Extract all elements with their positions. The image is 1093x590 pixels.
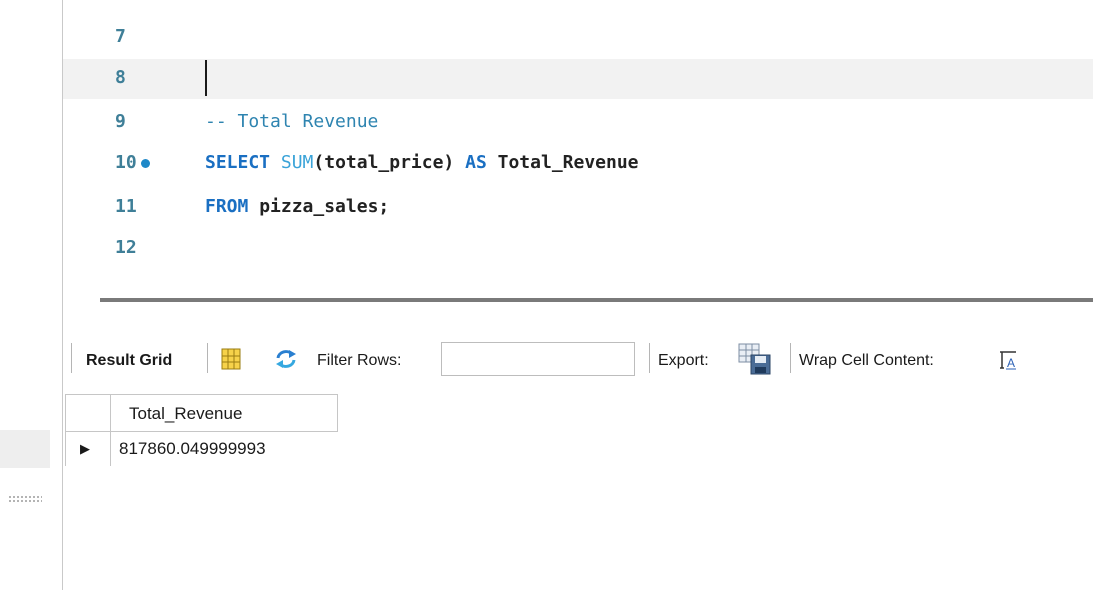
- wrap-text-icon[interactable]: A: [998, 350, 1018, 370]
- editor-line: 9 -- Total Revenue: [63, 103, 1093, 143]
- pane-splitter[interactable]: [100, 298, 1093, 302]
- table-name: pizza_sales;: [248, 196, 390, 217]
- export-icon[interactable]: [738, 343, 772, 375]
- sql-statement-from: FROM pizza_sales;: [205, 196, 389, 217]
- toolbar-separator: [649, 343, 650, 373]
- text-caret: [205, 60, 207, 96]
- keyword-as: AS: [465, 152, 487, 173]
- toolbar-separator: [207, 343, 208, 373]
- row-indicator-icon: ▶: [65, 432, 111, 466]
- filter-rows-label: Filter Rows:: [317, 352, 402, 369]
- grid-corner: [65, 394, 111, 432]
- line-number: 8: [115, 67, 126, 88]
- line-number: 11: [115, 196, 137, 217]
- line-number: 9: [115, 111, 126, 132]
- grid-layout-icon[interactable]: [221, 348, 241, 370]
- left-panel-block: [0, 430, 50, 468]
- column-header-total-revenue[interactable]: Total_Revenue: [111, 394, 338, 432]
- editor-line-partial: [63, 270, 1093, 292]
- result-grid[interactable]: Total_Revenue ▶ 817860.049999993: [63, 392, 1093, 590]
- line-number: 12: [115, 237, 137, 258]
- sum-argument: (total_price): [313, 152, 466, 173]
- editor-line: 7: [63, 18, 1093, 58]
- keyword-from: FROM: [205, 196, 249, 217]
- editor-line: 11 FROM pizza_sales;: [63, 188, 1093, 228]
- svg-text:A: A: [1007, 356, 1015, 370]
- table-cell-total-revenue[interactable]: 817860.049999993: [111, 432, 338, 466]
- editor-line: 12: [63, 229, 1093, 269]
- toolbar-separator: [790, 343, 791, 373]
- toolbar-separator: [71, 343, 72, 373]
- statement-marker-icon[interactable]: [141, 159, 150, 168]
- resize-grip-icon[interactable]: [8, 495, 42, 503]
- keyword-select: SELECT: [205, 152, 271, 173]
- line-number: 7: [115, 26, 126, 47]
- result-toolbar: Result Grid Filter Rows: Export: Wrap Ce…: [63, 338, 1093, 390]
- editor-line-current[interactable]: 8: [63, 59, 1093, 99]
- sql-comment: -- Total Revenue: [205, 111, 379, 132]
- sql-editor[interactable]: 7 8 9 -- Total Revenue 10 SELECT SUM(tot…: [63, 0, 1093, 292]
- function-sum: SUM: [280, 152, 314, 173]
- column-alias: Total_Revenue: [486, 152, 639, 173]
- wrap-cell-label: Wrap Cell Content:: [799, 352, 934, 369]
- row-pointer-icon: ▶: [80, 441, 90, 456]
- result-grid-tab[interactable]: Result Grid: [86, 352, 172, 370]
- export-label: Export:: [658, 352, 709, 369]
- editor-line: 10 SELECT SUM(total_price) AS Total_Reve…: [63, 144, 1093, 184]
- sql-statement-select: SELECT SUM(total_price) AS Total_Revenue: [205, 152, 639, 173]
- filter-rows-input[interactable]: [441, 342, 635, 376]
- line-number-partial: [115, 278, 145, 286]
- refresh-icon[interactable]: [274, 349, 298, 369]
